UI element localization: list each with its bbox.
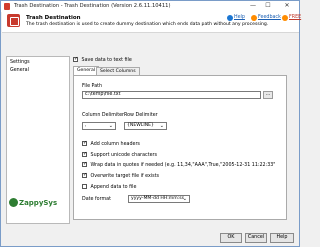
column-delimiter-select[interactable]: , ⌄ (82, 122, 116, 130)
overwrite-file-checkbox[interactable] (82, 172, 87, 178)
row-delimiter-select[interactable]: {NEWLINE} ⌄ (124, 122, 167, 130)
help-button[interactable]: Help (270, 233, 294, 243)
row-delimiter-value: {NEWLINE} (127, 123, 154, 128)
nav-item-general[interactable]: General (7, 67, 69, 75)
header-title: Trash Destination (26, 15, 81, 21)
file-path-input[interactable]: c:\temp\file.txt (82, 91, 261, 99)
add-column-headers-label: Add column headers (90, 142, 140, 147)
cancel-button[interactable]: Cancel (245, 233, 267, 243)
append-data-label: Append data to file (90, 185, 137, 190)
date-format-select[interactable]: yyyy-MM-dd HH:mm:ss ⌄ (128, 195, 190, 203)
save-to-file-option[interactable]: Save data to text file (73, 56, 132, 64)
row-delimiter-label: Row Delimiter (124, 113, 158, 118)
tab-select-columns[interactable]: Select Columns (96, 67, 140, 75)
minimize-button[interactable]: — (246, 1, 260, 11)
free-link[interactable]: FREE (289, 15, 301, 20)
save-to-file-checkbox[interactable] (73, 56, 78, 62)
feedback-icon (251, 15, 257, 21)
maximize-button[interactable]: ☐ (261, 1, 275, 11)
overwrite-file-label: Overwrite target file if exists (90, 174, 160, 179)
window-title: Trash Destination - Trash Destination (V… (14, 3, 171, 9)
browse-button[interactable]: ... (263, 91, 273, 99)
chevron-down-icon: ⌄ (108, 123, 113, 129)
title-bar: Trash Destination - Trash Destination (V… (1, 1, 299, 12)
wrap-quotes-label: Wrap data in quotes if needed (e.g. 11,3… (90, 163, 276, 168)
trash-destination-icon (7, 14, 20, 27)
ok-button[interactable]: OK (220, 233, 242, 243)
add-column-headers-checkbox[interactable] (82, 140, 87, 146)
chevron-down-icon: ⌄ (159, 123, 164, 129)
date-format-label: Date format (82, 197, 111, 202)
column-delimiter-label: Column Delimiter (82, 113, 125, 118)
feedback-link[interactable]: Feedback (258, 15, 281, 20)
option-support-unicode[interactable]: Support unicode characters (82, 151, 157, 159)
date-format-value: yyyy-MM-dd HH:mm:ss (131, 196, 185, 201)
zappysys-logo-text: ZappySys (19, 199, 58, 207)
support-unicode-label: Support unicode characters (90, 153, 157, 158)
chevron-down-icon: ⌄ (182, 196, 187, 202)
option-add-column-headers[interactable]: Add column headers (82, 140, 140, 148)
zappysys-logo: ZappySys (9, 196, 69, 210)
option-overwrite-file[interactable]: Overwrite target file if exists (82, 172, 160, 180)
close-button[interactable]: ✕ (276, 1, 298, 11)
option-append-data[interactable]: Append data to file (82, 184, 136, 191)
header-banner: Trash Destination The trash destination … (2, 12, 301, 33)
wrap-quotes-checkbox[interactable] (82, 161, 87, 167)
nav-item-settings[interactable]: Settings (7, 59, 69, 67)
zappysys-logo-mark (9, 198, 18, 207)
help-link[interactable]: Help (234, 15, 245, 20)
support-unicode-checkbox[interactable] (82, 151, 87, 157)
help-icon (227, 15, 233, 21)
file-path-label: File Path (82, 84, 103, 89)
header-description: The trash destination is used to create … (26, 22, 269, 27)
app-icon (4, 3, 10, 10)
dialog-window: Trash Destination - Trash Destination (V… (0, 0, 301, 247)
free-icon (282, 15, 288, 21)
append-data-checkbox[interactable] (82, 184, 87, 189)
save-to-file-label: Save data to text file (81, 58, 132, 63)
column-delimiter-value: , (85, 123, 87, 128)
general-tab-panel: File Path c:\temp\file.txt ... Column De… (73, 75, 287, 220)
option-wrap-quotes[interactable]: Wrap data in quotes if needed (e.g. 11,3… (82, 161, 276, 169)
